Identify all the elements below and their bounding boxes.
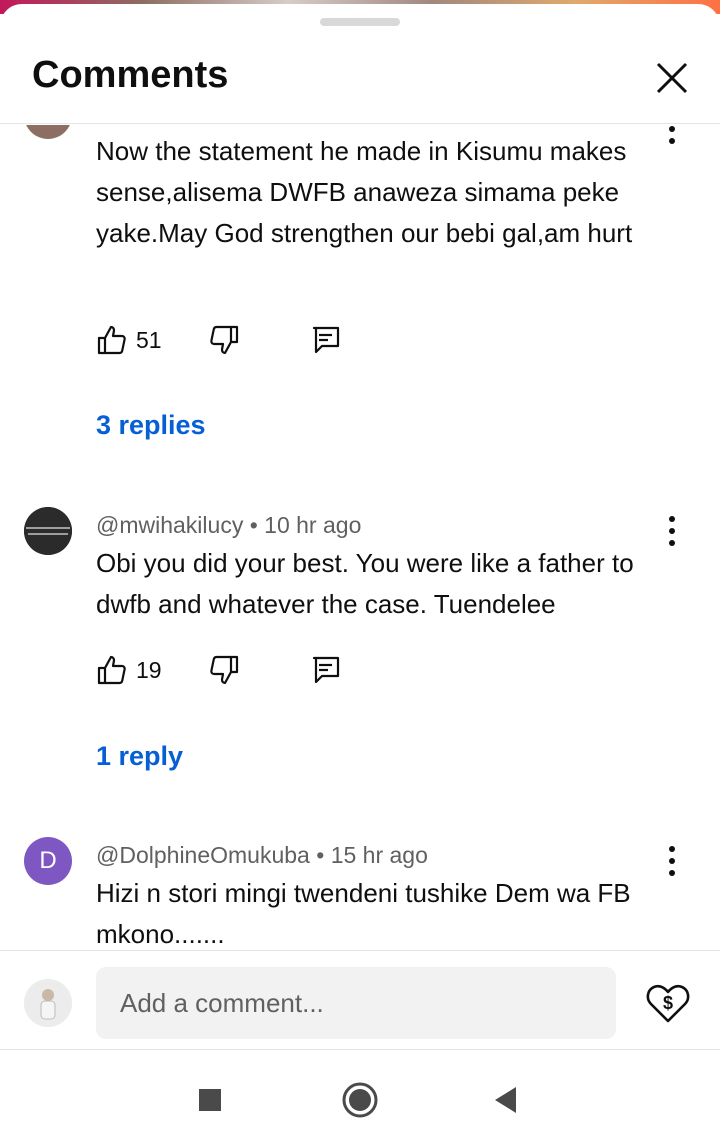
more-vertical-icon [669, 516, 675, 546]
avatar[interactable] [24, 507, 72, 555]
comment-composer: $ [0, 950, 720, 1050]
reply-comment-icon [312, 326, 340, 354]
comment-actions: 19 [96, 650, 396, 690]
avatar-image [24, 507, 72, 555]
meta-separator: • [316, 842, 325, 868]
comment-input[interactable] [96, 967, 616, 1039]
comment-text: Hizi n stori mingi twendeni tushike Dem … [96, 878, 631, 949]
author-handle[interactable]: @DolphineOmukuba [96, 842, 310, 868]
author-handle[interactable]: @mwihakilucy [96, 512, 243, 538]
reply-comment-icon [312, 656, 340, 684]
dislike-button[interactable] [208, 650, 240, 690]
like-count: 19 [136, 656, 162, 683]
comment-text: Obi you did your best. You were like a f… [96, 548, 634, 619]
recents-square-icon [199, 1089, 221, 1111]
view-replies-link[interactable]: 1 reply [96, 741, 183, 772]
like-button[interactable]: 19 [96, 650, 162, 690]
avatar[interactable] [24, 125, 72, 139]
thumb-down-icon [210, 655, 239, 685]
more-vertical-icon [669, 126, 675, 144]
timestamp: 10 hr ago [264, 512, 362, 538]
page-title: Comments [32, 54, 229, 96]
like-button[interactable]: 51 [96, 320, 162, 360]
comments-sheet: Comments Now the statement he made in Ki… [0, 4, 720, 1142]
thumb-down-icon [210, 325, 239, 355]
close-button[interactable] [648, 54, 696, 102]
avatar-letter: D [39, 847, 57, 874]
drag-handle[interactable] [320, 18, 400, 26]
back-triangle-icon [495, 1087, 516, 1113]
timestamp: 15 hr ago [330, 842, 428, 868]
more-vertical-icon [669, 846, 675, 876]
meta-separator: • [249, 512, 258, 538]
avatar[interactable] [24, 979, 72, 1027]
reply-button[interactable] [310, 320, 342, 360]
dislike-button[interactable] [208, 320, 240, 360]
comment-meta: @DolphineOmukuba • 15 hr ago [96, 842, 428, 869]
svg-text:$: $ [663, 993, 673, 1013]
close-icon [656, 62, 688, 94]
like-count: 51 [136, 326, 162, 353]
view-replies-link[interactable]: 3 replies [96, 410, 206, 441]
more-options-button[interactable] [660, 125, 684, 149]
system-nav-bar [0, 1050, 720, 1142]
comments-header: Comments [0, 32, 720, 124]
avatar[interactable]: D [24, 837, 72, 885]
more-options-button[interactable] [660, 511, 684, 551]
thumb-up-icon [97, 655, 126, 685]
comment-actions: 51 [96, 320, 396, 360]
user-avatar-image [24, 979, 72, 1027]
reply-button[interactable] [310, 650, 342, 690]
recents-button[interactable] [188, 1078, 232, 1122]
comment-text: Now the statement he made in Kisumu make… [96, 136, 633, 248]
comment-meta: @mwihakilucy • 10 hr ago [96, 512, 361, 539]
thumb-up-icon [97, 325, 126, 355]
more-options-button[interactable] [660, 841, 684, 881]
home-circle-icon [342, 1082, 378, 1118]
super-thanks-heart-dollar-icon: $ [646, 984, 690, 1023]
home-button[interactable] [338, 1078, 382, 1122]
back-button[interactable] [484, 1078, 528, 1122]
comments-list[interactable]: Now the statement he made in Kisumu make… [0, 125, 720, 951]
super-thanks-button[interactable]: $ [644, 979, 692, 1027]
